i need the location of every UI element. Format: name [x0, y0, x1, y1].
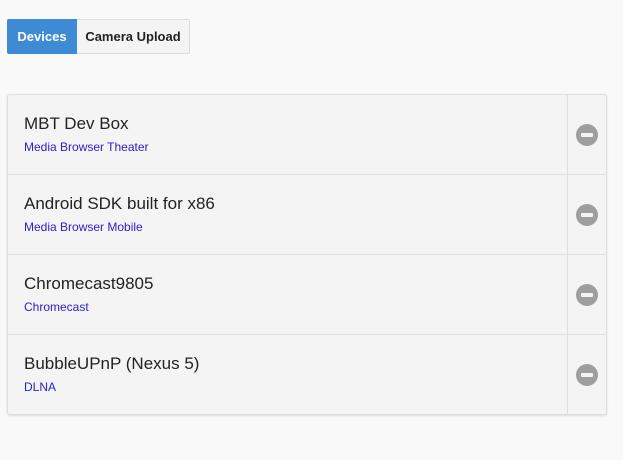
remove-device-button[interactable] [567, 335, 606, 414]
remove-circle-icon [576, 203, 598, 226]
device-app-name: DLNA [24, 380, 57, 394]
device-info[interactable]: BubbleUPnP (Nexus 5) DLNA [8, 335, 567, 414]
remove-device-button[interactable] [567, 255, 606, 334]
list-item: BubbleUPnP (Nexus 5) DLNA [8, 335, 606, 414]
list-item: Android SDK built for x86 Media Browser … [8, 175, 606, 255]
device-info[interactable]: Android SDK built for x86 Media Browser … [8, 175, 567, 254]
remove-circle-icon [576, 283, 598, 306]
list-item: Chromecast9805 Chromecast [8, 255, 606, 335]
list-item: MBT Dev Box Media Browser Theater [8, 95, 606, 175]
tab-bar: Devices Camera Upload [7, 19, 190, 54]
device-info[interactable]: Chromecast9805 Chromecast [8, 255, 567, 334]
tab-camera-upload[interactable]: Camera Upload [77, 19, 190, 54]
device-app-name: Media Browser Mobile [24, 220, 143, 234]
device-name: Android SDK built for x86 [24, 194, 215, 213]
device-name: BubbleUPnP (Nexus 5) [24, 354, 200, 373]
remove-circle-icon [576, 363, 598, 386]
device-info[interactable]: MBT Dev Box Media Browser Theater [8, 95, 567, 174]
device-name: Chromecast9805 [24, 274, 154, 293]
remove-device-button[interactable] [567, 95, 606, 174]
device-list: MBT Dev Box Media Browser Theater Androi… [7, 94, 607, 415]
remove-device-button[interactable] [567, 175, 606, 254]
device-app-name: Media Browser Theater [24, 140, 149, 154]
device-app-name: Chromecast [24, 300, 89, 314]
device-name: MBT Dev Box [24, 114, 129, 133]
remove-circle-icon [576, 123, 598, 146]
tab-devices[interactable]: Devices [7, 19, 77, 54]
